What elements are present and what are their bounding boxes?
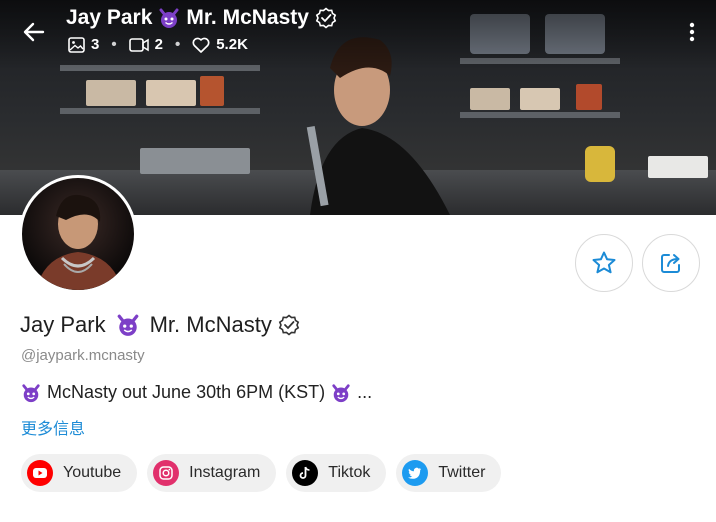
bio-text: McNasty out June 30th 6PM (KST) ...	[21, 382, 372, 403]
twitter-icon	[402, 460, 429, 486]
heart-icon	[192, 37, 210, 53]
video-icon	[128, 37, 149, 52]
link-tiktok[interactable]: Tiktok	[286, 454, 387, 492]
profile-name: Jay Park Mr. McNasty	[20, 312, 300, 338]
image-icon	[68, 36, 85, 53]
likes-count: 5.2K	[216, 36, 248, 53]
link-label: Instagram	[189, 464, 261, 481]
images-count: 3	[91, 36, 100, 53]
top-bar: Jay Park Mr. McNasty 3 • 2 • 5.2K	[0, 0, 716, 64]
link-label: Twitter	[438, 464, 486, 481]
tiktok-icon	[292, 460, 319, 486]
profile-avatar[interactable]	[19, 175, 137, 293]
star-icon	[592, 251, 616, 274]
share-icon	[661, 254, 680, 273]
header-title: Jay Park Mr. McNasty	[66, 6, 337, 30]
link-twitter[interactable]: Twitter	[396, 454, 502, 492]
display-name-suffix: Mr. McNasty	[149, 312, 272, 337]
social-links: Youtube Instagram Tiktok Twitter	[21, 454, 502, 492]
header-name: Jay Park	[66, 6, 153, 29]
display-name: Jay Park	[20, 312, 106, 337]
header-suffix: Mr. McNasty	[186, 6, 309, 29]
more-info-link[interactable]: 更多信息	[21, 415, 85, 439]
link-label: Tiktok	[328, 464, 371, 481]
smiling-devil-icon	[159, 8, 179, 28]
separator-dot: •	[111, 36, 117, 53]
back-arrow-icon[interactable]	[20, 18, 48, 46]
user-handle: @jaypark.mcnasty	[21, 347, 145, 364]
media-stats: 3 • 2 • 5.2K	[68, 36, 248, 53]
smiling-devil-icon	[22, 383, 40, 402]
smiling-devil-icon	[117, 314, 138, 336]
more-options-icon[interactable]	[684, 20, 700, 44]
avatar-photo	[36, 194, 122, 290]
favorite-button[interactable]	[575, 234, 633, 292]
instagram-icon	[153, 460, 180, 486]
youtube-icon	[27, 460, 53, 486]
separator-dot: •	[174, 36, 181, 53]
share-button[interactable]	[642, 234, 700, 292]
smiling-devil-icon	[332, 383, 350, 402]
videos-count: 2	[154, 36, 163, 53]
verified-badge-icon	[315, 7, 337, 29]
bio-content: McNasty out June 30th 6PM (KST)	[47, 382, 326, 402]
link-youtube[interactable]: Youtube	[21, 454, 138, 492]
verified-badge-icon	[278, 314, 300, 336]
bio-ellipsis: ...	[357, 382, 373, 402]
link-instagram[interactable]: Instagram	[147, 454, 277, 492]
link-label: Youtube	[63, 464, 122, 481]
